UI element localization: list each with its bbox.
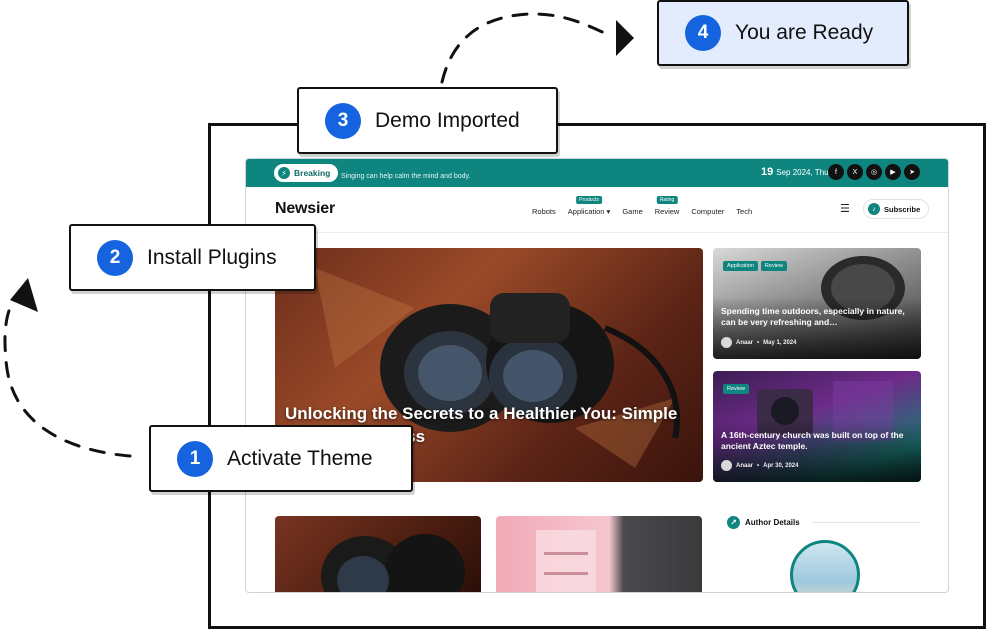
nav-menu: Robots Products Application ▾ Game Rating… <box>532 196 752 216</box>
nav-tag-rating: Rating <box>656 196 678 204</box>
nav-item-review[interactable]: Rating Review <box>654 196 680 216</box>
breaking-label: Breaking <box>294 168 331 178</box>
nav-item-tech[interactable]: Tech <box>736 207 752 216</box>
author-heading-label: Author Details <box>745 518 800 527</box>
telegram-icon[interactable]: ➤ <box>904 164 920 180</box>
bell-icon: ♪ <box>868 203 880 215</box>
card-tags: Application Review <box>723 261 787 271</box>
topbar-date: 19 Sep 2024, Thu <box>761 166 829 178</box>
arrow-head-left <box>10 278 38 312</box>
avatar <box>721 337 732 348</box>
card-meta: Anaar • May 1, 2024 <box>721 337 796 348</box>
meta-separator: • <box>757 339 760 346</box>
author-avatar[interactable] <box>790 540 860 592</box>
post-card[interactable]: Application Review Spending time outdoor… <box>713 248 921 359</box>
date-day: 19 <box>761 166 774 178</box>
post-card[interactable]: Review A 16th-century church was built o… <box>713 371 921 482</box>
nav-item-label: Computer <box>691 207 725 216</box>
step-install-plugins: 2 Install Plugins <box>69 224 316 291</box>
hamburger-icon[interactable]: ☰ <box>840 202 850 215</box>
card-meta: Anaar • Apr 30, 2024 <box>721 460 798 471</box>
youtube-icon[interactable]: ▶ <box>885 164 901 180</box>
date-rest: Sep 2024, Thu <box>776 168 829 177</box>
card-date: Apr 30, 2024 <box>763 462 799 469</box>
avatar <box>721 460 732 471</box>
step-label: Activate Theme <box>227 446 373 470</box>
nav-item-label: Game <box>622 207 643 216</box>
divider <box>812 522 920 523</box>
step-number: 4 <box>685 15 721 51</box>
nav-item-label: Review <box>654 207 680 216</box>
step-number: 1 <box>177 440 213 477</box>
topbar: ⚡ Breaking Singing can help calm the min… <box>246 159 948 187</box>
step-label: Install Plugins <box>147 245 277 269</box>
social-links: f X ◎ ▶ ➤ <box>828 164 920 180</box>
breaking-ticker[interactable]: Singing can help calm the mind and body. <box>341 173 470 180</box>
step-activate-theme: 1 Activate Theme <box>149 425 413 492</box>
binoculars-thumb-image <box>321 534 465 592</box>
x-icon[interactable]: X <box>847 164 863 180</box>
instagram-icon[interactable]: ◎ <box>866 164 882 180</box>
card-title[interactable]: A 16th-century church was built on top o… <box>721 430 911 453</box>
nav-item-game[interactable]: Game <box>622 207 642 216</box>
author-details: ↗ Author Details <box>727 516 921 592</box>
step-number: 2 <box>97 239 133 276</box>
card-author[interactable]: Anaar <box>736 463 753 469</box>
card-tag[interactable]: Review <box>723 384 750 394</box>
post-thumbnail[interactable] <box>496 516 702 592</box>
website-preview: ⚡ Breaking Singing can help calm the min… <box>245 158 949 593</box>
subscribe-button[interactable]: ♪ Subscribe <box>863 199 930 219</box>
card-tag[interactable]: Review <box>760 261 787 271</box>
facebook-icon[interactable]: f <box>828 164 844 180</box>
post-thumbnail[interactable] <box>275 516 481 592</box>
arrow-head-top <box>616 20 634 56</box>
step-number: 3 <box>325 102 361 139</box>
arrow-up-right-icon: ↗ <box>727 516 740 529</box>
nav-item-robots[interactable]: Robots <box>532 207 556 216</box>
subscribe-label: Subscribe <box>884 204 921 214</box>
card-author[interactable]: Anaar <box>736 340 753 346</box>
card-tags: Review <box>723 384 750 394</box>
card-date: May 1, 2024 <box>763 339 797 346</box>
main-nav: Newsier Robots Products Application ▾ Gam… <box>246 187 948 233</box>
card-tag[interactable]: Application <box>723 261 758 271</box>
nav-item-application[interactable]: Products Application ▾ <box>567 196 611 216</box>
nav-item-computer[interactable]: Computer <box>691 207 724 216</box>
nav-item-label: Application ▾ <box>567 207 611 216</box>
nav-tag-products: Products <box>576 196 602 204</box>
card-title[interactable]: Spending time outdoors, especially in na… <box>721 306 911 329</box>
step-you-are-ready: 4 You are Ready <box>657 0 909 66</box>
step-label: Demo Imported <box>375 108 520 132</box>
closet-image <box>536 530 596 592</box>
meta-separator: • <box>757 462 760 469</box>
nav-item-label: Robots <box>532 207 556 216</box>
nav-item-label: Tech <box>736 207 753 216</box>
lightning-icon: ⚡ <box>278 167 290 179</box>
step-demo-imported: 3 Demo Imported <box>297 87 558 154</box>
site-logo[interactable]: Newsier <box>275 200 335 218</box>
breaking-badge[interactable]: ⚡ Breaking <box>274 164 339 182</box>
step-label: You are Ready <box>735 21 874 44</box>
